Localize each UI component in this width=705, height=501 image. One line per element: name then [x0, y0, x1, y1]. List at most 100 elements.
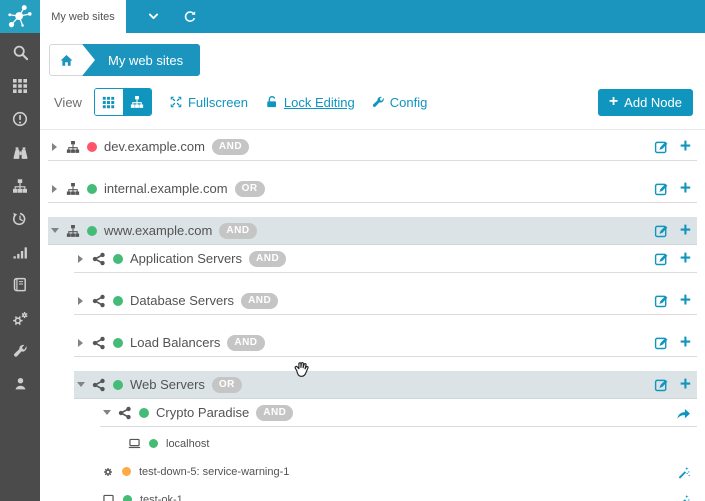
- expand-caret-icon[interactable]: [50, 143, 59, 151]
- operator-badge: AND: [249, 250, 287, 267]
- collapse-caret-icon[interactable]: [50, 228, 59, 233]
- operator-badge: OR: [234, 180, 265, 197]
- row-actions: +: [654, 291, 691, 310]
- edit-icon[interactable]: [654, 335, 669, 350]
- add-child-icon[interactable]: +: [680, 291, 691, 310]
- search-icon[interactable]: [12, 44, 29, 61]
- row-actions: +: [654, 333, 691, 352]
- add-node-button[interactable]: + Add Node: [597, 88, 693, 116]
- view-tree-button[interactable]: [122, 89, 151, 115]
- forward-arrow-icon[interactable]: [675, 405, 691, 421]
- expand-caret-icon[interactable]: [76, 339, 85, 347]
- edit-icon[interactable]: [654, 139, 669, 154]
- cluster-icon: [92, 252, 106, 266]
- app-sidebar: [0, 0, 40, 501]
- tree-row-internal-example-com[interactable]: internal.example.com OR +: [48, 175, 697, 203]
- tree-row-crypto-paradise[interactable]: Crypto Paradise AND: [100, 399, 697, 427]
- status-dot-ok: [123, 495, 132, 501]
- node-label: www.example.com: [104, 223, 213, 238]
- row-actions: [677, 465, 691, 479]
- node-label: dev.example.com: [104, 139, 205, 154]
- collapse-caret-icon[interactable]: [76, 382, 85, 387]
- app-logo[interactable]: [0, 0, 40, 33]
- add-child-icon[interactable]: +: [680, 221, 691, 240]
- history-icon[interactable]: [12, 211, 28, 227]
- tree-row-load-balancers[interactable]: Load Balancers AND +: [74, 329, 697, 357]
- config-link[interactable]: Config: [372, 95, 427, 110]
- cluster-icon: [92, 336, 106, 350]
- tree-row-www-example-com[interactable]: www.example.com AND +: [48, 217, 697, 245]
- operator-badge: AND: [219, 222, 257, 239]
- fullscreen-link[interactable]: Fullscreen: [169, 95, 248, 110]
- add-child-icon[interactable]: +: [680, 179, 691, 198]
- breadcrumb-home-button[interactable]: [49, 44, 82, 76]
- toolbar: View Fullscreen Lock Editing Config + Add…: [40, 85, 705, 130]
- simulation-wand-icon[interactable]: [677, 465, 691, 479]
- sitemap-icon: [130, 95, 144, 109]
- expand-caret-icon[interactable]: [76, 297, 85, 305]
- collapse-caret-icon[interactable]: [102, 410, 111, 415]
- user-icon[interactable]: [13, 376, 28, 391]
- node-label: Web Servers: [130, 377, 205, 392]
- host-monitor-icon: [128, 437, 141, 450]
- node-label: Database Servers: [130, 293, 235, 308]
- breadcrumb: My web sites: [49, 44, 697, 76]
- view-tile-button[interactable]: [94, 89, 123, 115]
- overview-binoculars-icon[interactable]: [12, 144, 29, 161]
- status-dot-ok: [149, 439, 158, 448]
- view-label: View: [54, 94, 82, 110]
- lock-editing-link[interactable]: Lock Editing: [265, 95, 355, 110]
- cluster-icon: [92, 378, 106, 392]
- top-tab-bar: My web sites: [40, 0, 705, 33]
- status-dot-ok: [87, 225, 97, 236]
- edit-icon[interactable]: [654, 293, 669, 308]
- breadcrumb-current[interactable]: My web sites: [82, 44, 201, 76]
- reporting-icon[interactable]: [12, 244, 28, 260]
- active-tab[interactable]: My web sites: [40, 0, 126, 33]
- expand-caret-icon[interactable]: [50, 185, 59, 193]
- system-gears-icon[interactable]: [12, 310, 29, 327]
- node-label: Application Servers: [130, 251, 242, 266]
- lock-editing-label: Lock Editing: [283, 94, 355, 110]
- sitemap-icon: [66, 182, 80, 196]
- edit-icon[interactable]: [654, 377, 669, 392]
- plus-icon: +: [608, 93, 619, 110]
- tree-row-test-down-5[interactable]: test-down-5: service-warning-1: [100, 460, 697, 483]
- documentation-icon[interactable]: [12, 277, 28, 293]
- add-child-icon[interactable]: +: [680, 249, 691, 268]
- view-mode-toggle: [93, 88, 152, 116]
- edit-icon[interactable]: [654, 251, 669, 266]
- wrench-icon[interactable]: [13, 344, 28, 359]
- breadcrumb-current-label: My web sites: [108, 52, 184, 68]
- add-child-icon[interactable]: +: [680, 375, 691, 394]
- tree-row-localhost[interactable]: localhost: [126, 432, 697, 455]
- refresh-icon[interactable]: [183, 0, 197, 33]
- fullscreen-label: Fullscreen: [187, 94, 248, 110]
- node-label: test-down-5: service-warning-1: [139, 465, 290, 478]
- grid-icon: [102, 96, 115, 109]
- operator-badge: AND: [227, 334, 265, 351]
- problems-icon[interactable]: [12, 111, 28, 127]
- tree-row-dev-example-com[interactable]: dev.example.com AND +: [48, 133, 697, 161]
- status-dot-ok: [87, 183, 97, 194]
- business-process-icon[interactable]: [12, 178, 28, 194]
- edit-icon[interactable]: [654, 181, 669, 196]
- row-actions: [677, 493, 691, 501]
- add-child-icon[interactable]: +: [680, 333, 691, 352]
- simulation-wand-icon[interactable]: [677, 493, 691, 501]
- add-node-label: Add Node: [624, 94, 682, 110]
- edit-icon[interactable]: [654, 223, 669, 238]
- node-label: internal.example.com: [104, 181, 228, 196]
- row-actions: +: [654, 179, 691, 198]
- tree-row-application-servers[interactable]: Application Servers AND +: [74, 245, 697, 273]
- expand-caret-icon[interactable]: [76, 255, 85, 263]
- main-content: My web sites View Fullscreen Lock Editin…: [40, 33, 705, 501]
- tree-row-test-ok-1[interactable]: test-ok-1: [100, 488, 697, 501]
- add-child-icon[interactable]: +: [680, 137, 691, 156]
- tree-row-database-servers[interactable]: Database Servers AND +: [74, 287, 697, 315]
- status-dot-critical: [87, 141, 97, 152]
- cluster-icon: [118, 406, 132, 420]
- dashboard-icon[interactable]: [12, 78, 28, 94]
- chevron-down-icon[interactable]: [147, 0, 160, 33]
- tree-row-web-servers[interactable]: Web Servers OR +: [74, 371, 697, 399]
